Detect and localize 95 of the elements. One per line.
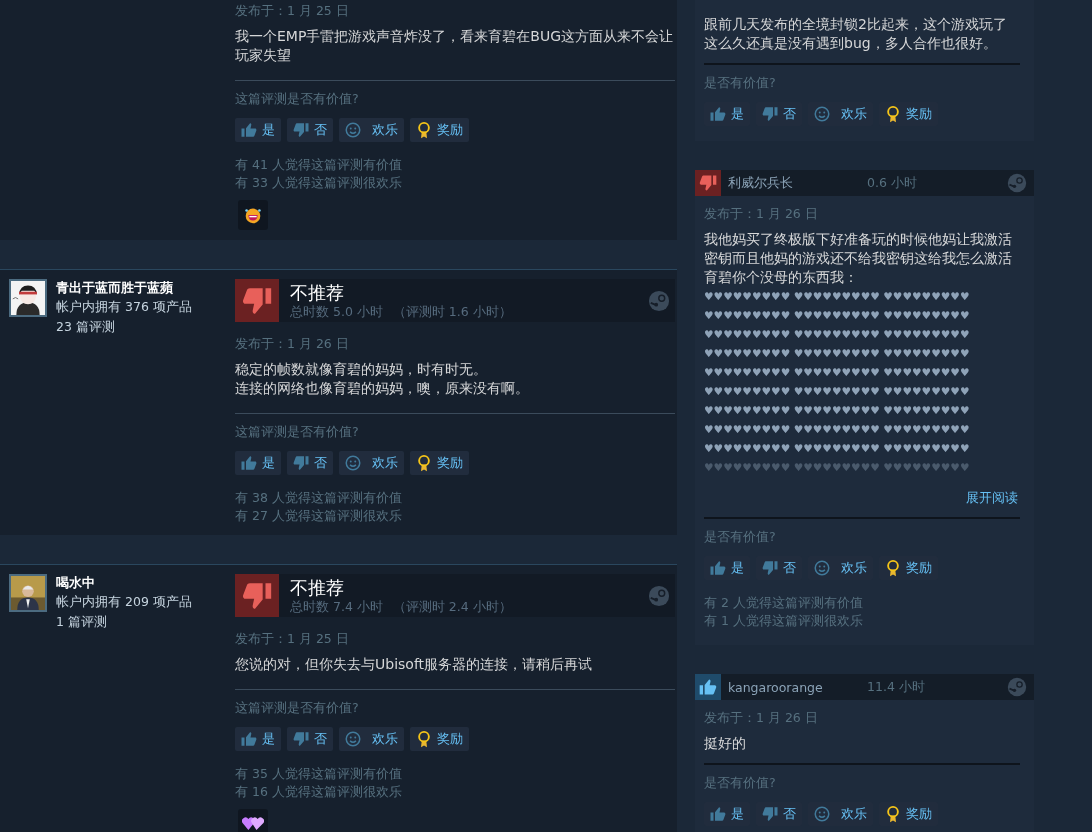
- thumbs-down-icon: [292, 730, 310, 748]
- review-text: 连接的网络也像育碧的妈妈，噢，原来没有啊。: [235, 379, 530, 398]
- smiley-icon: [813, 105, 831, 123]
- review-text: 您说的对，但你失去与Ubisoft服务器的连接，请稍后再试: [235, 655, 594, 674]
- playtime: 11.4 小时: [867, 678, 926, 696]
- product-count[interactable]: 帐户内拥有 209 项产品: [56, 592, 192, 612]
- review-text: ♥♥♥♥♥♥♥♥♥ ♥♥♥♥♥♥♥♥♥ ♥♥♥♥♥♥♥♥♥: [704, 327, 971, 343]
- review-text: 稳定的帧数就像育碧的妈妈，时有时无。: [235, 360, 488, 379]
- review-text: 挺好的: [704, 734, 747, 753]
- review-text: 我一个EMP手雷把游戏声音炸没了，看来育碧在BUG这方面从来不会让玩家失望: [235, 27, 675, 65]
- verdict-title: 不推荐: [290, 576, 345, 599]
- hours-at-review: （评测时 2.4 小时）: [392, 598, 512, 614]
- read-more-link[interactable]: 展开阅读: [966, 489, 1018, 507]
- author-name[interactable]: 青出于蓝而胜于蓝蘋: [56, 279, 192, 297]
- review-text: ♥♥♥♥♥♥♥♥♥ ♥♥♥♥♥♥♥♥♥ ♥♥♥♥♥♥♥♥♥: [704, 460, 971, 476]
- award-badge[interactable]: [238, 200, 268, 230]
- vote-button[interactable]: 欢乐: [339, 118, 404, 142]
- helpful-question: 是否有价值?: [704, 74, 777, 92]
- award-badge[interactable]: [238, 809, 268, 832]
- thumbs-down-icon: [761, 105, 779, 123]
- smiley-icon: [344, 454, 362, 472]
- posted-date: 发布于：1 月 25 日: [235, 2, 350, 20]
- steam-logo-icon: [1007, 173, 1027, 193]
- smiley-icon: [344, 730, 362, 748]
- thumbs-down-icon: [292, 121, 310, 139]
- smiley-icon: [813, 559, 831, 577]
- helpful-question: 这篇评测是否有价值?: [235, 90, 360, 108]
- vote-count: 有 33 人觉得这篇评测很欢乐: [235, 174, 403, 192]
- thumbs-up-icon: [709, 559, 727, 577]
- vote-button[interactable]: 否: [287, 727, 333, 751]
- vote-button[interactable]: 奖励: [410, 118, 469, 142]
- vote-count: 有 1 人觉得这篇评测很欢乐: [704, 612, 864, 630]
- review-text: ♥♥♥♥♥♥♥♥♥ ♥♥♥♥♥♥♥♥♥ ♥♥♥♥♥♥♥♥♥: [704, 346, 971, 362]
- vote-button[interactable]: 欢乐: [339, 727, 404, 751]
- vote-button[interactable]: 是: [235, 118, 281, 142]
- thumbs-up-icon: [240, 121, 258, 139]
- playtime: 0.6 小时: [867, 174, 918, 192]
- review-text: ♥♥♥♥♥♥♥♥♥ ♥♥♥♥♥♥♥♥♥ ♥♥♥♥♥♥♥♥♥: [704, 422, 971, 438]
- vote-button[interactable]: 否: [287, 451, 333, 475]
- review-text: 跟前几天发布的全境封锁2比起来，这个游戏玩了这么久还真是没有遇到bug，多人合作也很好。: [704, 15, 1008, 53]
- award-ribbon-icon: [884, 105, 902, 123]
- thumbs-up-icon: [709, 805, 727, 823]
- posted-date: 发布于：1 月 26 日: [235, 335, 350, 353]
- review-text: ♥♥♥♥♥♥♥♥♥ ♥♥♥♥♥♥♥♥♥ ♥♥♥♥♥♥♥♥♥: [704, 365, 971, 381]
- thumbs-down-icon: [761, 559, 779, 577]
- review-text: ♥♥♥♥♥♥♥♥♥ ♥♥♥♥♥♥♥♥♥ ♥♥♥♥♥♥♥♥♥: [704, 403, 971, 419]
- thumbs-up-icon: [240, 730, 258, 748]
- vote-count: 有 41 人觉得这篇评测有价值: [235, 156, 403, 174]
- author-name[interactable]: kangaroorange: [721, 679, 867, 695]
- thumbs-up-icon: [709, 105, 727, 123]
- vote-count: 有 35 人觉得这篇评测有价值: [235, 765, 403, 783]
- helpful-question: 是否有价值?: [704, 528, 777, 546]
- review-text: ♥♥♥♥♥♥♥♥♥ ♥♥♥♥♥♥♥♥♥ ♥♥♥♥♥♥♥♥♥: [704, 289, 971, 305]
- vote-count: 有 16 人觉得这篇评测很欢乐: [235, 783, 403, 801]
- posted-date: 发布于：1 月 25 日: [235, 630, 350, 648]
- review-text: 我他妈买了终极版下好准备玩的时候他妈让我激活密钥而且他妈的游戏还不给我密钥这给我怎么激活育碧你个没母的东西我：: [704, 230, 1013, 287]
- vote-count: 有 27 人觉得这篇评测很欢乐: [235, 507, 403, 525]
- review-count[interactable]: 23 篇评测: [56, 317, 192, 337]
- thumbs-down-icon: [292, 454, 310, 472]
- smiley-icon: [813, 805, 831, 823]
- review-text: ♥♥♥♥♥♥♥♥♥ ♥♥♥♥♥♥♥♥♥ ♥♥♥♥♥♥♥♥♥: [704, 441, 971, 457]
- award-ribbon-icon: [415, 454, 433, 472]
- steam-logo-icon: [1007, 677, 1027, 697]
- vote-button[interactable]: 欢乐: [339, 451, 404, 475]
- vote-count: 有 2 人觉得这篇评测有价值: [704, 594, 864, 612]
- vote-button[interactable]: 奖励: [410, 451, 469, 475]
- hours-at-review: （评测时 1.6 小时）: [392, 303, 512, 319]
- total-hours: 总时数 5.0 小时: [290, 303, 383, 319]
- total-hours: 总时数 7.4 小时: [290, 598, 383, 614]
- review-count[interactable]: 1 篇评测: [56, 612, 192, 632]
- author-name[interactable]: 喝水中: [56, 574, 192, 592]
- helpful-question: 这篇评测是否有价值?: [235, 699, 360, 717]
- vote-button[interactable]: 是: [235, 451, 281, 475]
- author-name[interactable]: 利威尔兵长: [721, 174, 867, 192]
- product-count[interactable]: 帐户内拥有 376 项产品: [56, 297, 192, 317]
- thumbs-down-icon: [761, 805, 779, 823]
- award-ribbon-icon: [415, 730, 433, 748]
- review-text: ♥♥♥♥♥♥♥♥♥ ♥♥♥♥♥♥♥♥♥ ♥♥♥♥♥♥♥♥♥: [704, 308, 971, 324]
- award-ribbon-icon: [884, 559, 902, 577]
- vote-button[interactable]: 是: [235, 727, 281, 751]
- thumbs-up-icon: [240, 454, 258, 472]
- steam-logo-icon: [648, 289, 670, 312]
- steam-logo-icon: [648, 584, 670, 607]
- review-text: ♥♥♥♥♥♥♥♥♥ ♥♥♥♥♥♥♥♥♥ ♥♥♥♥♥♥♥♥♥: [704, 384, 971, 400]
- vote-button[interactable]: 否: [287, 118, 333, 142]
- posted-date: 发布于：1 月 26 日: [704, 205, 819, 223]
- helpful-question: 这篇评测是否有价值?: [235, 423, 360, 441]
- award-ribbon-icon: [884, 805, 902, 823]
- vote-count: 有 38 人觉得这篇评测有价值: [235, 489, 403, 507]
- posted-date: 发布于：1 月 26 日: [704, 709, 819, 727]
- award-ribbon-icon: [415, 121, 433, 139]
- vote-button[interactable]: 奖励: [410, 727, 469, 751]
- verdict-title: 不推荐: [290, 281, 345, 304]
- smiley-icon: [344, 121, 362, 139]
- helpful-question: 是否有价值?: [704, 774, 777, 792]
